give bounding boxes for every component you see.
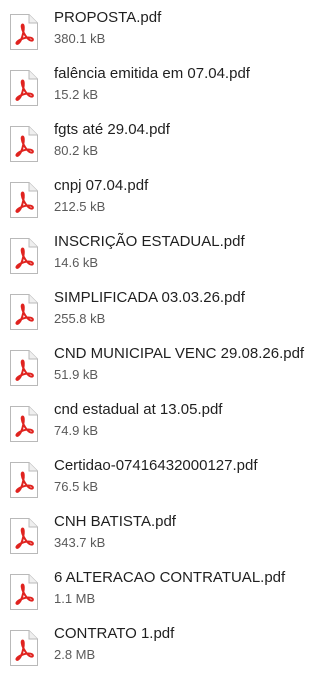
pdf-file-icon [9,629,39,667]
file-size: 255.8 kB [54,311,106,326]
pdf-file-icon [9,517,39,555]
file-name: cnd estadual at 13.05.pdf [54,401,223,418]
file-size: 74.9 kB [54,423,99,438]
file-size: 380.1 kB [54,31,106,46]
file-size: 14.6 kB [54,255,99,270]
file-name: falência emitida em 07.04.pdf [54,65,250,82]
file-name: CNH BATISTA.pdf [54,513,176,530]
file-size: 15.2 kB [54,87,99,102]
pdf-file-icon [9,405,39,443]
file-item[interactable]: PROPOSTA.pdf 380.1 kB [0,8,326,60]
file-item[interactable]: cnd estadual at 13.05.pdf 74.9 kB [0,400,326,452]
file-item[interactable]: 6 ALTERACAO CONTRATUAL.pdf 1.1 MB [0,568,326,620]
file-item[interactable]: Certidao-07416432000127.pdf 76.5 kB [0,456,326,508]
file-item[interactable]: cnpj 07.04.pdf 212.5 kB [0,176,326,228]
file-size: 2.8 MB [54,647,96,662]
file-item[interactable]: INSCRIÇÃO ESTADUAL.pdf 14.6 kB [0,232,326,284]
file-item[interactable]: SIMPLIFICADA 03.03.26.pdf 255.8 kB [0,288,326,340]
file-size: 1.1 MB [54,591,96,606]
file-item[interactable]: CNH BATISTA.pdf 343.7 kB [0,512,326,564]
file-size: 80.2 kB [54,143,99,158]
file-item[interactable]: CONTRATO 1.pdf 2.8 MB [0,624,326,676]
file-name: CND MUNICIPAL VENC 29.08.26.pdf [54,345,305,362]
pdf-file-icon [9,349,39,387]
file-size: 76.5 kB [54,479,99,494]
pdf-file-icon [9,293,39,331]
pdf-file-icon [9,13,39,51]
file-name: fgts até 29.04.pdf [54,121,170,138]
pdf-file-icon [9,125,39,163]
file-name: Certidao-07416432000127.pdf [54,457,258,474]
file-name: cnpj 07.04.pdf [54,177,149,194]
file-size: 343.7 kB [54,535,106,550]
pdf-file-icon [9,69,39,107]
file-name: PROPOSTA.pdf [54,9,162,26]
file-item[interactable]: CND MUNICIPAL VENC 29.08.26.pdf 51.9 kB [0,344,326,396]
pdf-file-icon [9,237,39,275]
file-name: SIMPLIFICADA 03.03.26.pdf [54,289,245,306]
file-size: 212.5 kB [54,199,106,214]
pdf-file-icon [9,181,39,219]
file-size: 51.9 kB [54,367,99,382]
file-name: INSCRIÇÃO ESTADUAL.pdf [54,233,245,250]
pdf-file-icon [9,461,39,499]
pdf-file-icon [9,573,39,611]
file-item[interactable]: fgts até 29.04.pdf 80.2 kB [0,120,326,172]
file-name: CONTRATO 1.pdf [54,625,175,642]
file-item[interactable]: falência emitida em 07.04.pdf 15.2 kB [0,64,326,116]
file-name: 6 ALTERACAO CONTRATUAL.pdf [54,569,286,586]
